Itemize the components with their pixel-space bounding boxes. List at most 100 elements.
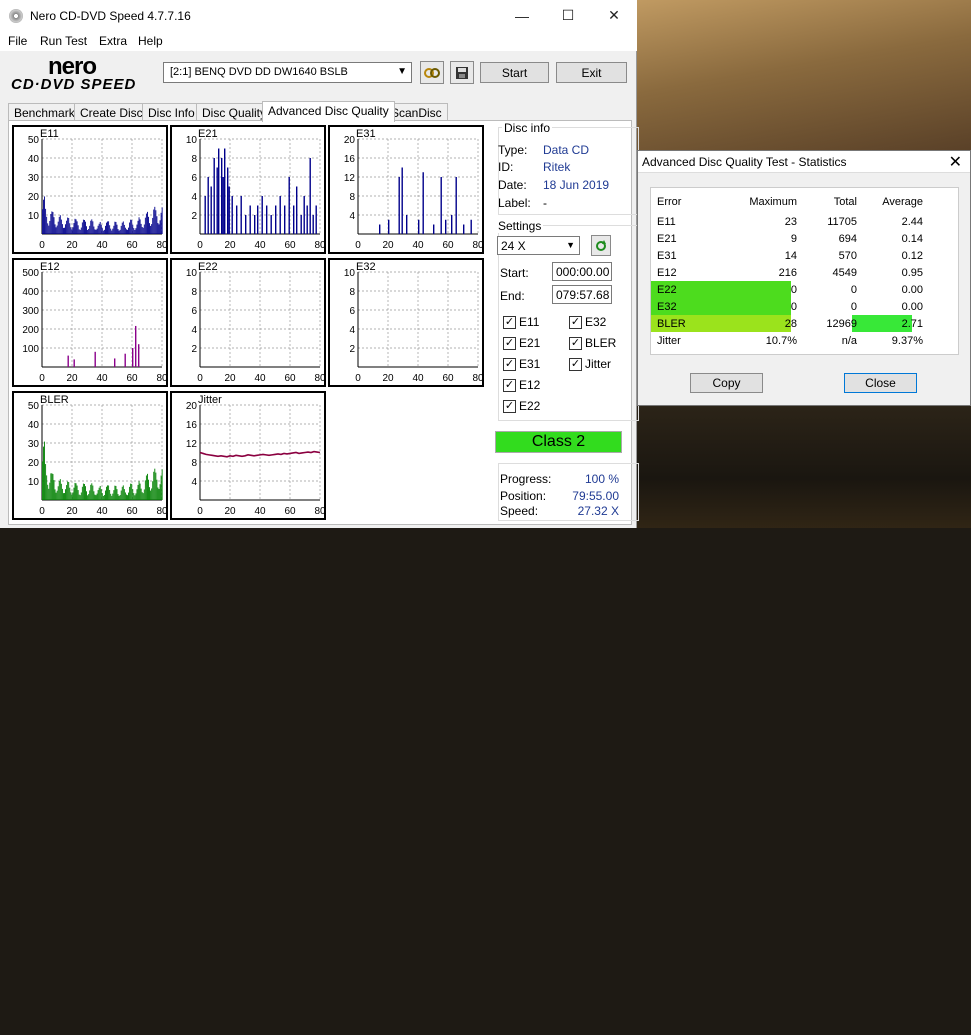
bar bbox=[150, 490, 152, 500]
x-tick-label: 40 bbox=[96, 506, 108, 517]
bar bbox=[110, 493, 112, 500]
x-tick-label: 0 bbox=[355, 373, 361, 384]
bar bbox=[73, 359, 75, 367]
y-tick-label: 8 bbox=[349, 192, 355, 203]
bar bbox=[126, 494, 127, 500]
speed-select[interactable]: 24 X ▼ bbox=[497, 236, 580, 255]
bar bbox=[152, 217, 154, 234]
bar bbox=[87, 495, 89, 500]
bar bbox=[158, 488, 160, 500]
bar bbox=[159, 220, 161, 234]
bar bbox=[77, 225, 79, 234]
bar bbox=[80, 492, 82, 500]
menu-file[interactable]: File bbox=[8, 34, 27, 48]
check-icon: ✓ bbox=[503, 357, 516, 371]
bar bbox=[98, 487, 100, 500]
table-row: Jitter 10.7% n/a 9.37% bbox=[651, 333, 960, 350]
bar bbox=[401, 167, 403, 234]
bar bbox=[261, 196, 263, 234]
refresh-drive-button[interactable] bbox=[420, 61, 444, 84]
bar bbox=[275, 205, 277, 234]
bar bbox=[70, 227, 72, 234]
bar bbox=[71, 494, 73, 500]
desktop-background-bottom bbox=[637, 405, 971, 528]
bar bbox=[151, 488, 153, 500]
bar bbox=[42, 209, 43, 234]
exit-button[interactable]: Exit bbox=[556, 62, 627, 83]
x-tick-label: 0 bbox=[39, 373, 45, 384]
bar bbox=[161, 469, 163, 500]
table-row: E31 14 570 0.12 bbox=[651, 248, 960, 265]
x-tick-label: 80 bbox=[472, 373, 482, 384]
bar bbox=[67, 217, 69, 234]
refresh-speed-button[interactable] bbox=[591, 235, 611, 256]
bar bbox=[69, 487, 71, 500]
x-tick-label: 20 bbox=[224, 373, 236, 384]
bar bbox=[68, 482, 70, 500]
maximize-button[interactable]: ☐ bbox=[545, 0, 591, 31]
drive-select[interactable]: [2:1] BENQ DVD DD DW1640 BSLB ▼ bbox=[163, 62, 412, 83]
save-button[interactable] bbox=[450, 61, 474, 84]
table-row: E22 0 0 0.00 bbox=[651, 282, 960, 299]
bar bbox=[130, 219, 132, 234]
checkbox-e22[interactable]: ✓ E22 bbox=[503, 399, 540, 413]
bar bbox=[44, 441, 45, 500]
bar bbox=[148, 479, 149, 500]
close-window-button[interactable]: ✕ bbox=[591, 0, 637, 31]
bar bbox=[116, 224, 118, 234]
stat-average: 0.00 bbox=[901, 301, 923, 313]
bar bbox=[59, 479, 61, 500]
x-tick-label: 80 bbox=[156, 506, 166, 517]
chain-icon bbox=[424, 67, 440, 78]
checkbox-bler[interactable]: ✓ BLER bbox=[569, 336, 616, 350]
end-time-field[interactable]: 079:57.68 bbox=[552, 285, 612, 304]
y-tick-label: 12 bbox=[186, 439, 198, 450]
checkbox-e11[interactable]: ✓ E11 bbox=[503, 315, 539, 329]
bar bbox=[52, 212, 54, 234]
bar bbox=[102, 230, 104, 234]
y-tick-label: 4 bbox=[191, 477, 197, 488]
stat-average: 0.12 bbox=[901, 250, 923, 262]
bar bbox=[118, 495, 120, 500]
checkbox-e32[interactable]: ✓ E32 bbox=[569, 315, 606, 329]
menu-help[interactable]: Help bbox=[138, 34, 163, 48]
bar bbox=[64, 493, 65, 500]
close-icon[interactable]: ✕ bbox=[949, 152, 962, 172]
table-row: E11 23 11705 2.44 bbox=[651, 214, 960, 231]
checkbox-e31[interactable]: ✓ E31 bbox=[503, 357, 540, 371]
bar bbox=[56, 490, 58, 500]
bar bbox=[84, 219, 85, 234]
bar bbox=[161, 207, 163, 234]
stat-total: 4549 bbox=[832, 267, 857, 279]
copy-button[interactable]: Copy bbox=[690, 373, 763, 393]
checkbox-e12[interactable]: ✓ E12 bbox=[503, 378, 540, 392]
bar bbox=[65, 489, 66, 500]
start-button[interactable]: Start bbox=[480, 62, 549, 83]
bar bbox=[113, 490, 115, 500]
start-time-field[interactable]: 000:00.00 bbox=[552, 262, 612, 281]
checkbox-jitter[interactable]: ✓ Jitter bbox=[569, 357, 611, 371]
bar bbox=[158, 224, 160, 234]
tab-advanced-disc-quality[interactable]: Advanced Disc Quality bbox=[262, 101, 395, 122]
bar bbox=[60, 219, 62, 234]
refresh-icon bbox=[596, 239, 606, 251]
bar bbox=[63, 227, 64, 234]
close-button[interactable]: Close bbox=[844, 373, 917, 393]
bar bbox=[49, 482, 51, 500]
end-label: End: bbox=[500, 289, 525, 303]
minimize-button[interactable]: — bbox=[499, 0, 545, 31]
check-icon: ✓ bbox=[503, 399, 516, 413]
checkbox-e21[interactable]: ✓ E21 bbox=[503, 336, 540, 350]
bar bbox=[150, 225, 152, 234]
menu-extra[interactable]: Extra bbox=[99, 34, 127, 48]
bar bbox=[106, 222, 107, 234]
bar bbox=[79, 495, 81, 500]
bar bbox=[142, 493, 144, 500]
bar bbox=[132, 224, 134, 234]
bar bbox=[58, 480, 60, 500]
x-tick-label: 0 bbox=[355, 240, 361, 251]
x-tick-label: 0 bbox=[39, 240, 45, 251]
menu-run-test[interactable]: Run Test bbox=[40, 34, 87, 48]
bar bbox=[110, 228, 112, 234]
chart-svg: E221086420 20 40 60 80 bbox=[186, 261, 324, 384]
